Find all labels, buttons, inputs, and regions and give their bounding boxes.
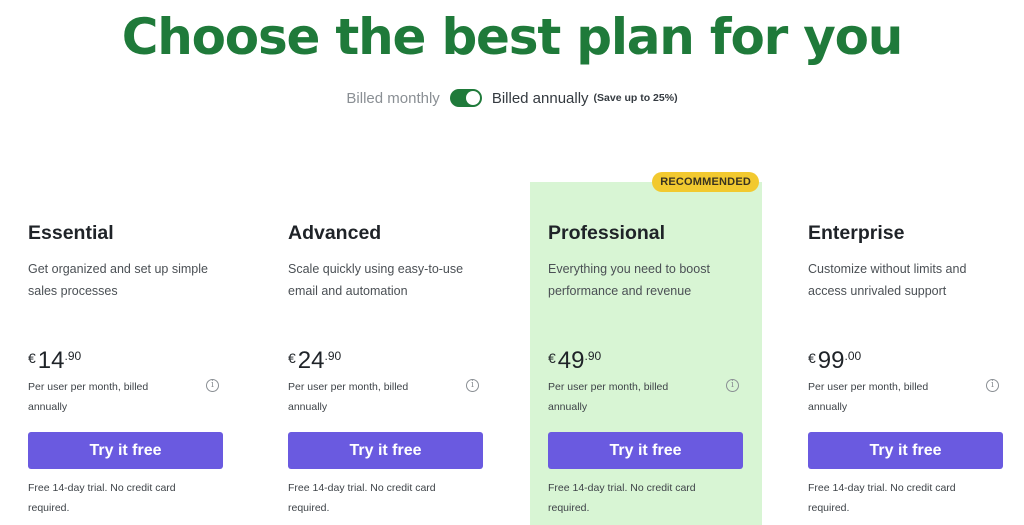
plan-description: Get organized and set up simple sales pr… [28, 262, 208, 298]
try-it-free-button[interactable]: Try it free [808, 432, 1003, 469]
recommended-badge: RECOMMENDED [652, 172, 759, 192]
info-icon[interactable]: i [726, 379, 739, 392]
billing-period: Per user per month, billed annually [548, 381, 669, 413]
price-integer: 99 [817, 347, 845, 374]
currency-symbol: € [548, 350, 556, 366]
page-title: Choose the best plan for you [121, 8, 904, 66]
currency-symbol: € [28, 350, 36, 366]
trial-note: Free 14-day trial. No credit card requir… [28, 482, 176, 514]
plan-name: Enterprise [808, 222, 905, 244]
price-integer: 24 [297, 347, 325, 374]
plan-card-enterprise: Enterprise Customize without limits and … [790, 182, 1022, 525]
price-decimal: .90 [584, 349, 602, 363]
plan-name: Essential [28, 222, 114, 244]
info-icon[interactable]: i [466, 379, 479, 392]
try-it-free-button[interactable]: Try it free [288, 432, 483, 469]
billing-period: Per user per month, billed annually [288, 381, 409, 413]
trial-note: Free 14-day trial. No credit card requir… [288, 482, 436, 514]
price-decimal: .00 [844, 349, 862, 363]
billing-period: Per user per month, billed annually [808, 381, 929, 413]
billing-toggle-group: Billed monthly Billed annually (Save up … [0, 89, 1024, 107]
billed-monthly-label[interactable]: Billed monthly [346, 90, 439, 107]
plan-card-essential: Essential Get organized and set up simpl… [10, 182, 242, 525]
billing-period: Per user per month, billed annually [28, 381, 149, 413]
price-decimal: .90 [64, 349, 82, 363]
plan-name: Professional [548, 222, 666, 244]
billed-annually-label[interactable]: Billed annually [492, 90, 589, 107]
try-it-free-button[interactable]: Try it free [28, 432, 223, 469]
plan-price: € 14 .90 [28, 348, 81, 374]
plan-name: Advanced [288, 222, 382, 244]
trial-note: Free 14-day trial. No credit card requir… [548, 482, 696, 514]
plan-description: Everything you need to boost performance… [548, 262, 710, 298]
info-icon[interactable]: i [986, 379, 999, 392]
plan-description: Scale quickly using easy-to-use email an… [288, 262, 464, 298]
currency-symbol: € [288, 350, 296, 366]
price-integer: 14 [37, 347, 65, 374]
plan-price: € 49 .90 [548, 348, 601, 374]
toggle-knob [465, 91, 480, 105]
plan-description: Customize without limits and access unri… [808, 262, 967, 298]
save-note: (Save up to 25%) [593, 92, 678, 104]
plan-card-advanced: Advanced Scale quickly using easy-to-use… [270, 182, 502, 525]
plan-card-professional: RECOMMENDED Professional Everything you … [530, 172, 762, 525]
try-it-free-button[interactable]: Try it free [548, 432, 743, 469]
plan-price: € 24 .90 [288, 348, 341, 374]
billing-toggle-switch[interactable] [449, 89, 482, 107]
currency-symbol: € [808, 350, 816, 366]
price-decimal: .90 [324, 349, 342, 363]
trial-note: Free 14-day trial. No credit card requir… [808, 482, 956, 514]
info-icon[interactable]: i [206, 379, 219, 392]
price-integer: 49 [557, 347, 585, 374]
plan-price: € 99 .00 [808, 348, 861, 374]
